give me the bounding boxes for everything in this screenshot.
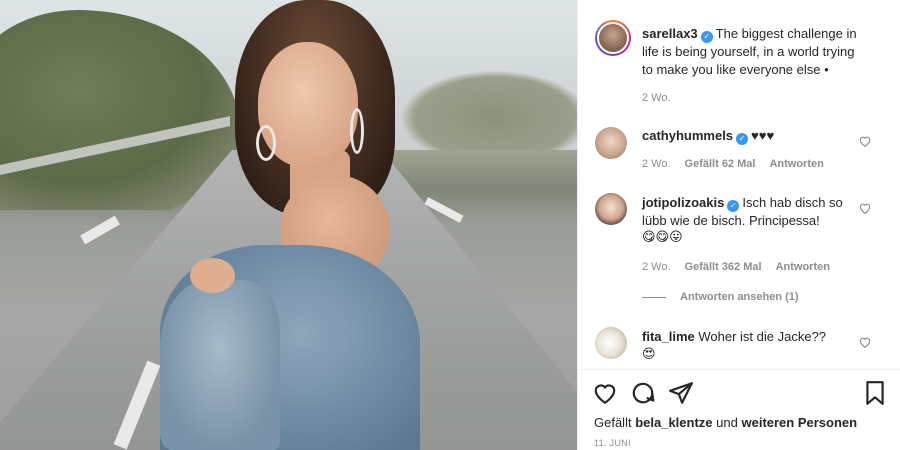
caption-text-line-3: to make you like everyone else • (642, 62, 829, 77)
likes-username[interactable]: bela_klentze (635, 415, 712, 430)
reply-button[interactable]: Antworten (776, 261, 830, 273)
caption-text-line-2: life is being yourself, in a world tryin… (642, 44, 855, 59)
emoji-text: 😋😋😛 (642, 230, 683, 245)
photo-person (150, 0, 450, 450)
comment-likes[interactable]: Gefällt 62 Mal (685, 158, 756, 170)
likes-others-link[interactable]: weiteren Personen (741, 415, 857, 430)
comment-emojis: 😋😋😛 (642, 229, 683, 246)
person-earring (350, 108, 364, 154)
comment-likes[interactable]: Gefällt 362 Mal (685, 261, 762, 273)
comment-username[interactable]: jotipolizoakis (642, 195, 724, 210)
share-icon[interactable] (668, 380, 694, 406)
comment-text: Woher ist die Jacke?? (698, 329, 827, 344)
person-earring (256, 125, 276, 161)
comment-fita-lime: fita_lime Woher ist die Jacke?? (642, 328, 862, 346)
person-hand (190, 258, 235, 293)
comment-text: ♥♥♥ (751, 128, 775, 143)
comment-timestamp[interactable]: 2 Wo. (642, 158, 671, 170)
heart-icon[interactable] (592, 380, 618, 406)
heart-icon[interactable] (858, 201, 872, 215)
person-jacket-sleeve (160, 280, 280, 450)
caption-age: 2 Wo. (642, 91, 685, 105)
view-replies-button[interactable]: Antworten ansehen (1) (642, 291, 799, 303)
comment-text-line-1: Isch hab disch so (742, 195, 843, 210)
reply-button[interactable]: Antworten (769, 158, 823, 170)
verified-badge-icon: ✓ (727, 200, 740, 212)
likes-prefix: Gefällt (594, 415, 632, 430)
likes-connector: und (716, 415, 738, 430)
caption: sarellax3 ✓ The biggest challenge in life … (642, 25, 887, 79)
avatar[interactable] (595, 193, 627, 225)
comment-icon[interactable] (630, 380, 656, 406)
photo-lane-marking (80, 215, 120, 245)
comment-jotipolizoakis: jotipolizoakis ✓ Isch hab disch so lübb wi… (642, 194, 862, 230)
comment-username[interactable]: fita_lime (642, 329, 695, 344)
actions-divider (578, 369, 900, 370)
post-date[interactable]: 11. JUNI (594, 438, 631, 448)
divider-dash (642, 296, 666, 298)
comments-sidebar: sarellax3 ✓ The biggest challenge in life … (577, 0, 900, 450)
caption-timestamp[interactable]: 2 Wo. (642, 92, 671, 104)
caption-text-line-1: The biggest challenge in (715, 26, 857, 41)
post-photo[interactable] (0, 0, 577, 450)
comment-text-line-2: lübb wie de bisch. Principessa! (642, 213, 820, 228)
comment-meta: 2 Wo. Gefällt 62 Mal Antworten (642, 157, 838, 171)
heart-icon[interactable] (858, 134, 872, 148)
comment-cathyhummels: cathyhummels ✓ ♥♥♥ (642, 127, 862, 145)
bookmark-icon[interactable] (862, 380, 888, 406)
comment-timestamp[interactable]: 2 Wo. (642, 261, 671, 273)
author-avatar[interactable] (595, 20, 631, 56)
view-replies-label: Antworten ansehen (1) (680, 291, 799, 303)
instagram-post-view: sarellax3 ✓ The biggest challenge in life … (0, 0, 900, 450)
comment-emojis: 😍 (642, 346, 656, 363)
verified-badge-icon: ✓ (700, 31, 713, 43)
avatar[interactable] (595, 327, 627, 359)
verified-badge-icon: ✓ (736, 133, 749, 145)
likes-summary: Gefällt bela_klentze und weiteren Person… (594, 415, 857, 431)
emoji-text: 😍 (642, 347, 656, 362)
comment-username[interactable]: cathyhummels (642, 128, 733, 143)
heart-icon[interactable] (858, 335, 872, 349)
author-username[interactable]: sarellax3 (642, 26, 698, 41)
comment-meta: 2 Wo. Gefällt 362 Mal Antworten (642, 260, 844, 274)
avatar[interactable] (595, 127, 627, 159)
post-actions (592, 380, 892, 408)
